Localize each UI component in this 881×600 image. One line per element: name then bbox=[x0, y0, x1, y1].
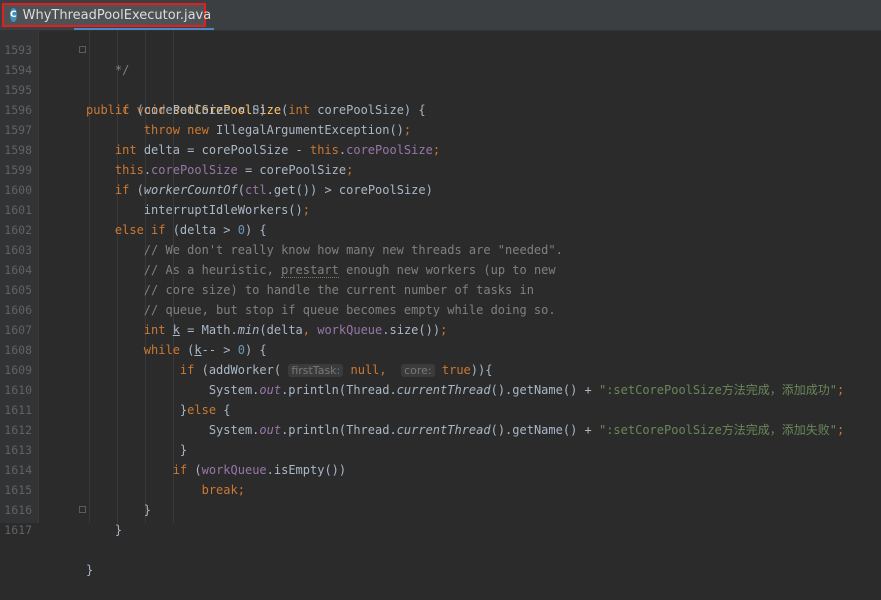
code-line: 1596 throw new IllegalArgumentException(… bbox=[0, 80, 881, 137]
fold-marker-icon[interactable] bbox=[79, 46, 86, 53]
code-line: 1598 this.corePoolSize = corePoolSize; bbox=[0, 120, 881, 177]
code-line: 1616 } bbox=[0, 480, 881, 537]
code-line: 1599 if (workerCountOf(ctl.get()) > core… bbox=[0, 140, 881, 197]
code-text: } bbox=[86, 523, 123, 537]
code-line: 1607 while (k-- > 0) { bbox=[0, 300, 881, 357]
code-line: 1606 int k = Math.min(delta, workQueue.s… bbox=[0, 280, 881, 337]
code-line: 1597 int delta = corePoolSize - this.cor… bbox=[0, 100, 881, 157]
code-line: 1613 if (workQueue.isEmpty()) bbox=[0, 420, 881, 477]
code-line: 1609 System.out.println(Thread.currentTh… bbox=[0, 340, 881, 397]
code-line: 1603 // As a heuristic, prestart enough … bbox=[0, 220, 881, 278]
code-line: 1617 } bbox=[0, 500, 881, 577]
code-line: 1611 System.out.println(Thread.currentTh… bbox=[0, 380, 881, 437]
code-line: 1615 } bbox=[0, 460, 881, 517]
code-line: 1594 public void setCorePoolSize(int cor… bbox=[0, 40, 881, 117]
code-line: 1602 // We don't really know how many ne… bbox=[0, 200, 881, 257]
code-text: } bbox=[86, 563, 94, 577]
code-line: 1593 */ bbox=[0, 20, 881, 77]
code-line: 1614 break; bbox=[0, 440, 881, 497]
code-line: 1605 // queue, but stop if queue becomes… bbox=[0, 260, 881, 317]
code-line: 1610 }else { bbox=[0, 360, 881, 417]
code-line: 1612 } bbox=[0, 400, 881, 457]
code-line: 1604 // core size) to handle the current… bbox=[0, 240, 881, 297]
line-number: 1617 bbox=[4, 523, 32, 537]
code-line: 1595 if (corePoolSize < 0) bbox=[0, 60, 881, 117]
code-editor[interactable]: 1593 */ 1594 public void setCorePoolSize… bbox=[0, 20, 881, 577]
code-line: 1601 else if (delta > 0) { bbox=[0, 180, 881, 237]
fold-marker-icon[interactable] bbox=[79, 506, 86, 513]
code-line: 1608 if (addWorker( firstTask: null, cor… bbox=[0, 320, 881, 377]
code-line: 1600 interruptIdleWorkers(); bbox=[0, 160, 881, 217]
